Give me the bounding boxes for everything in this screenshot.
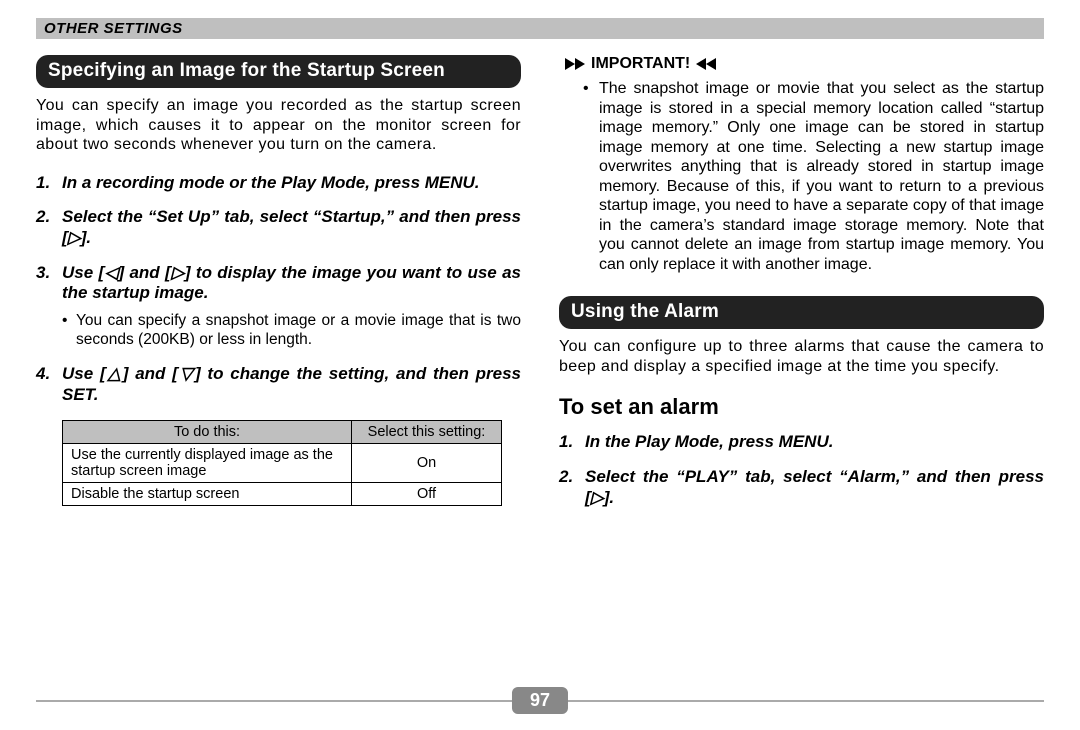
- section-header: OTHER SETTINGS: [36, 18, 1044, 39]
- table-cell: Disable the startup screen: [63, 482, 352, 505]
- triangle-right-icon: [565, 58, 585, 70]
- table-header-cell: To do this:: [63, 420, 352, 443]
- heading-using-alarm: Using the Alarm: [559, 296, 1044, 329]
- table-header-cell: Select this setting:: [352, 420, 502, 443]
- step-item: 4.Use [△] and [▽] to change the setting,…: [36, 364, 521, 405]
- important-callout-header: IMPORTANT!: [559, 55, 1044, 73]
- step-item: 1.In the Play Mode, press MENU.: [559, 432, 1044, 453]
- startup-steps-list: 1.In a recording mode or the Play Mode, …: [36, 173, 521, 305]
- two-column-layout: Specifying an Image for the Startup Scre…: [36, 55, 1044, 522]
- step-item: 3.Use [◁] and [▷] to display the image y…: [36, 263, 521, 304]
- alarm-steps-list: 1.In the Play Mode, press MENU. 2.Select…: [559, 432, 1044, 508]
- table-row: Use the currently displayed image as the…: [63, 443, 502, 482]
- step-item: 1.In a recording mode or the Play Mode, …: [36, 173, 521, 194]
- settings-table: To do this: Select this setting: Use the…: [62, 420, 502, 506]
- triangle-left-icon: [696, 58, 716, 70]
- table-row: Disable the startup screen Off: [63, 482, 502, 505]
- table-header-row: To do this: Select this setting:: [63, 420, 502, 443]
- note-item: You can specify a snapshot image or a mo…: [62, 312, 521, 350]
- table-cell: Off: [352, 482, 502, 505]
- manual-page: OTHER SETTINGS Specifying an Image for t…: [0, 0, 1080, 730]
- important-body: The snapshot image or movie that you sel…: [559, 79, 1044, 274]
- right-column: IMPORTANT! The snapshot image or movie t…: [559, 55, 1044, 522]
- heading-startup-image: Specifying an Image for the Startup Scre…: [36, 55, 521, 88]
- startup-intro-paragraph: You can specify an image you recorded as…: [36, 96, 521, 155]
- important-label: IMPORTANT!: [591, 55, 690, 73]
- subheading-set-alarm: To set an alarm: [559, 394, 1044, 420]
- step3-notes: You can specify a snapshot image or a mo…: [36, 312, 521, 350]
- table-cell: Use the currently displayed image as the…: [63, 443, 352, 482]
- startup-steps-list-cont: 4.Use [△] and [▽] to change the setting,…: [36, 364, 521, 405]
- step-item: 2.Select the “Set Up” tab, select “Start…: [36, 207, 521, 248]
- left-column: Specifying an Image for the Startup Scre…: [36, 55, 521, 522]
- table-cell: On: [352, 443, 502, 482]
- alarm-intro-paragraph: You can configure up to three alarms tha…: [559, 337, 1044, 376]
- step-item: 2.Select the “PLAY” tab, select “Alarm,”…: [559, 467, 1044, 508]
- page-number-badge: 97: [512, 687, 568, 714]
